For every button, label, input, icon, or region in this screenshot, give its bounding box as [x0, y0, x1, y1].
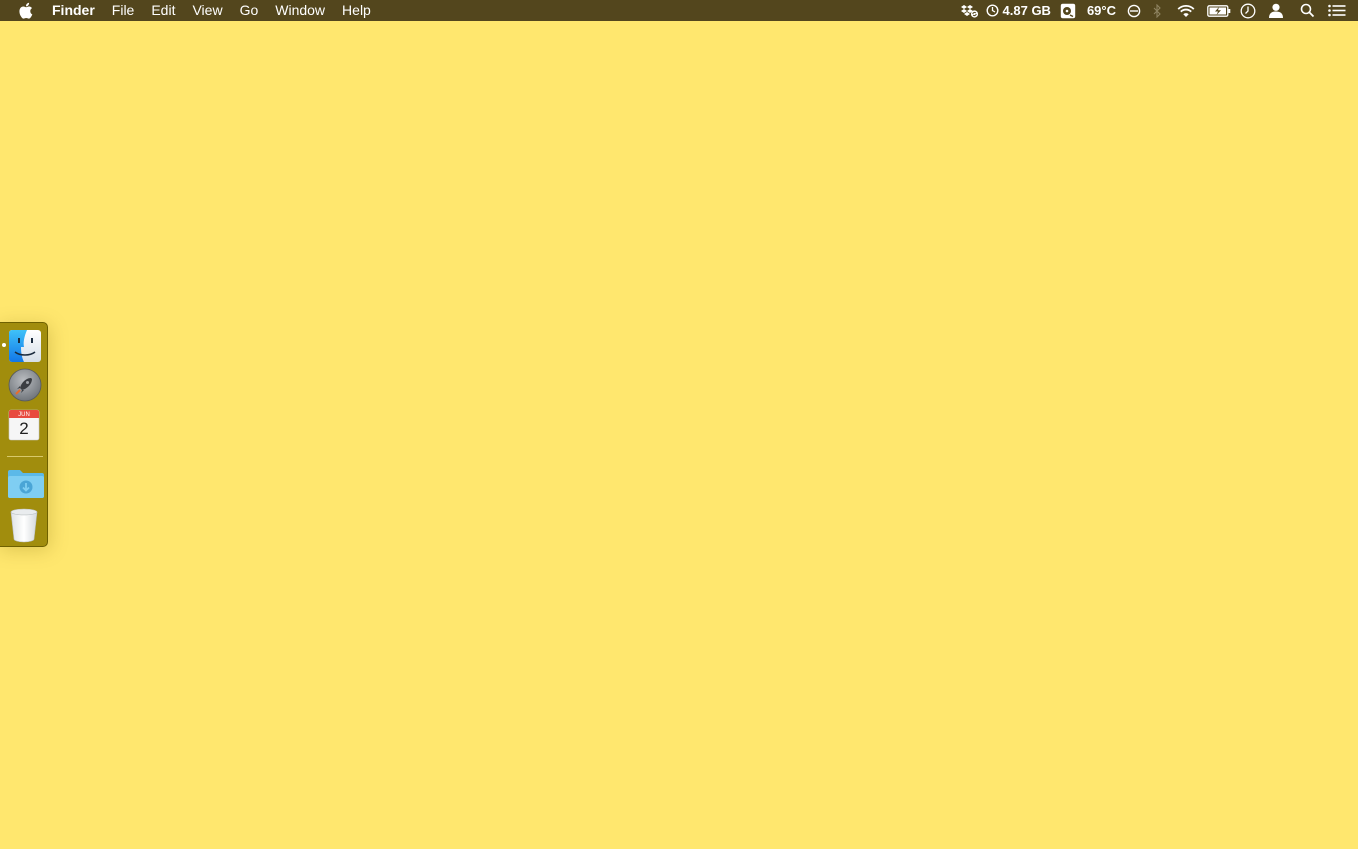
sync-icon[interactable] — [1127, 0, 1141, 21]
menu-view[interactable]: View — [192, 0, 222, 21]
menu-go[interactable]: Go — [240, 0, 259, 21]
menu-window[interactable]: Window — [275, 0, 325, 21]
desktop[interactable] — [0, 21, 1358, 849]
memory-icon — [986, 4, 999, 17]
bluetooth-icon[interactable] — [1153, 0, 1162, 21]
finder-icon[interactable] — [8, 329, 44, 365]
menu-bar-left: Finder File Edit View Go Window Help — [0, 0, 388, 21]
trash-icon[interactable] — [8, 507, 44, 543]
launchpad-icon[interactable] — [8, 368, 44, 404]
temperature-text: 69°C — [1086, 3, 1116, 18]
user-icon[interactable] — [1268, 0, 1284, 21]
calendar-icon[interactable]: JUN 2 — [8, 409, 44, 445]
dock-separator — [7, 456, 43, 457]
menu-edit[interactable]: Edit — [151, 0, 175, 21]
temperature-status[interactable]: 69°C — [1087, 0, 1116, 21]
dock: JUN 2 — [0, 322, 48, 547]
apple-icon[interactable] — [17, 2, 34, 19]
dropbox-sync-icon[interactable] — [960, 0, 979, 21]
disk-icon[interactable] — [1060, 0, 1076, 21]
app-menu-finder[interactable]: Finder — [52, 0, 95, 21]
search-icon[interactable] — [1300, 0, 1315, 21]
menu-bar: Finder File Edit View Go Window Help 4.8… — [0, 0, 1358, 21]
clock-icon[interactable] — [1240, 0, 1256, 21]
calendar-month: JUN — [18, 412, 30, 418]
finder-running-indicator — [2, 343, 6, 347]
menu-file[interactable]: File — [112, 0, 135, 21]
downloads-folder-icon[interactable] — [7, 468, 44, 504]
menu-help[interactable]: Help — [342, 0, 371, 21]
calendar-day: 2 — [19, 419, 29, 438]
memory-status[interactable]: 4.87 GB — [986, 0, 1051, 21]
battery-charging-icon[interactable] — [1207, 0, 1231, 21]
menu-bar-status-area: 4.87 GB 69°C — [949, 0, 1358, 21]
wifi-icon[interactable] — [1176, 0, 1196, 21]
notification-center-icon[interactable] — [1328, 0, 1346, 21]
memory-text: 4.87 GB — [1002, 3, 1051, 18]
